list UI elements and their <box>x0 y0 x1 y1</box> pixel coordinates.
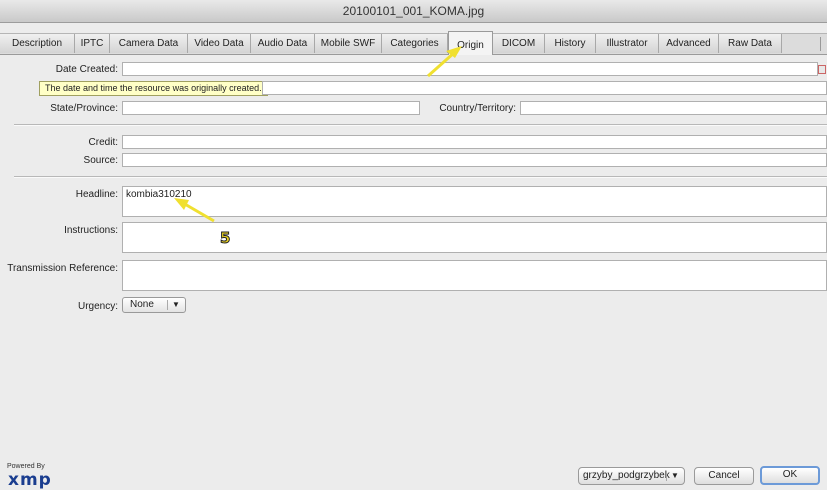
marker-label: 5 <box>220 229 230 247</box>
arrow-icon <box>174 198 215 223</box>
annotation-overlay: 5 <box>174 46 462 248</box>
arrow-icon <box>427 46 462 78</box>
